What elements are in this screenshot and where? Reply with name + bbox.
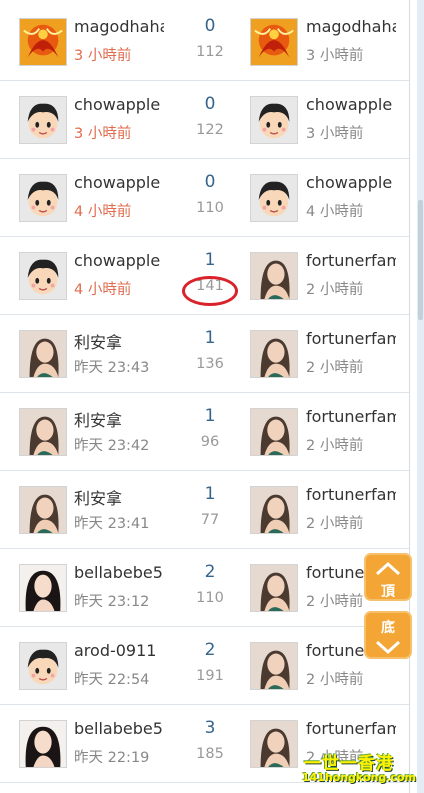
thread-row[interactable]: arod-0911 昨天 22:54 2 191 fortunerfam 2 小時前: [0, 626, 409, 705]
last-post-time: 3 小時前: [306, 48, 364, 64]
last-poster-avatar[interactable]: [250, 252, 298, 300]
scroll-to-bottom-label: 底: [381, 620, 395, 636]
scroll-to-top-button[interactable]: 頂: [364, 553, 412, 601]
watermark-url: 141hongkong.com: [302, 771, 417, 784]
highlight-circle: [182, 276, 238, 306]
thread-row[interactable]: 利安拿昨天 23:43 1 136 fortunerfam 2 小時前: [0, 314, 409, 393]
chevron-down-icon: [375, 640, 401, 655]
author-avatar[interactable]: [19, 720, 67, 768]
last-poster-name[interactable]: fortunerfam: [306, 329, 396, 348]
post-time: 昨天 23:12: [74, 594, 150, 610]
author-name[interactable]: 利安拿: [74, 485, 164, 509]
view-count: 96: [200, 434, 220, 450]
last-post-time: 2 小時前: [306, 282, 364, 298]
author-name[interactable]: chowapple: [74, 173, 164, 192]
author-name[interactable]: bellabebe52: [74, 563, 164, 582]
last-poster-avatar[interactable]: [250, 408, 298, 456]
scrollbar-thumb[interactable]: [418, 200, 423, 320]
post-time: 昨天 22:19: [74, 750, 150, 766]
reply-count: 1: [204, 484, 216, 504]
last-poster-avatar[interactable]: [250, 174, 298, 222]
last-poster-avatar[interactable]: [250, 642, 298, 690]
author-name[interactable]: 利安拿: [74, 407, 164, 431]
author-avatar[interactable]: [19, 330, 67, 378]
last-poster-name[interactable]: magodhaha: [306, 17, 396, 36]
last-poster-name[interactable]: chowapple: [306, 173, 396, 192]
thread-row[interactable]: 利安拿昨天 23:41 1 77 fortunerfam 2 小時前: [0, 470, 409, 549]
view-count: 191: [196, 668, 224, 684]
thread-list: magodhaha 3 小時前 0 112 magodhaha 3 小時前 chowappl…: [0, 0, 410, 793]
reply-count: 0: [204, 172, 216, 192]
scroll-to-top-label: 頂: [381, 584, 395, 600]
thread-row[interactable]: magodhaha 3 小時前 0 112 magodhaha 3 小時前: [0, 2, 409, 81]
last-poster-name[interactable]: fortunerfam: [306, 485, 396, 504]
last-poster-name[interactable]: fortunerfam: [306, 407, 396, 426]
last-post-time: 2 小時前: [306, 594, 364, 610]
author-name[interactable]: bellabebe52: [74, 719, 164, 738]
scrollbar-track[interactable]: [417, 0, 424, 793]
author-avatar[interactable]: [19, 486, 67, 534]
last-post-time: 2 小時前: [306, 672, 364, 688]
last-post-time: 2 小時前: [306, 438, 364, 454]
post-time: 3 小時前: [74, 48, 132, 64]
author-avatar[interactable]: [19, 96, 67, 144]
view-count: 136: [196, 356, 224, 372]
last-poster-avatar[interactable]: [250, 96, 298, 144]
scroll-to-bottom-button[interactable]: 底: [364, 611, 412, 659]
chevron-up-icon: [375, 561, 401, 576]
author-name[interactable]: chowapple: [74, 95, 164, 114]
last-post-time: 2 小時前: [306, 360, 364, 376]
last-poster-avatar[interactable]: [250, 720, 298, 768]
post-time: 昨天 22:54: [74, 672, 150, 688]
reply-count: 2: [204, 640, 216, 660]
reply-count: 0: [204, 94, 216, 114]
author-avatar[interactable]: [19, 564, 67, 612]
post-time: 4 小時前: [74, 204, 132, 220]
reply-count: 3: [204, 718, 216, 738]
view-count: 77: [200, 512, 220, 528]
view-count: 110: [196, 200, 224, 216]
view-count: 112: [196, 44, 224, 60]
last-post-time: 2 小時前: [306, 516, 364, 532]
last-poster-name[interactable]: fortunerfam: [306, 719, 396, 738]
last-post-time: 4 小時前: [306, 204, 364, 220]
post-time: 昨天 23:41: [74, 516, 150, 532]
post-time: 昨天 23:42: [74, 438, 150, 454]
view-count: 122: [196, 122, 224, 138]
thread-row[interactable]: 利安拿昨天 23:42 1 96 fortunerfam 2 小時前: [0, 392, 409, 471]
site-watermark: 一世一香港 141hongkong.com: [300, 749, 420, 789]
last-poster-avatar[interactable]: [250, 564, 298, 612]
author-avatar[interactable]: [19, 642, 67, 690]
thread-row[interactable]: bellabebe52 昨天 23:12 2 110 fortunerfam 2 小時前: [0, 548, 409, 627]
author-avatar[interactable]: [19, 18, 67, 66]
view-count: 110: [196, 590, 224, 606]
author-avatar[interactable]: [19, 174, 67, 222]
reply-count: 1: [204, 328, 216, 348]
reply-count: 0: [204, 16, 216, 36]
author-avatar[interactable]: [19, 252, 67, 300]
last-poster-avatar[interactable]: [250, 18, 298, 66]
post-time: 3 小時前: [74, 126, 132, 142]
last-poster-avatar[interactable]: [250, 330, 298, 378]
author-name[interactable]: arod-0911: [74, 641, 164, 660]
thread-row[interactable]: chowapple 4 小時前 0 110 chowapple 4 小時前: [0, 158, 409, 237]
reply-count: 1: [204, 250, 216, 270]
last-poster-name[interactable]: fortunerfam: [306, 251, 396, 270]
reply-count: 2: [204, 562, 216, 582]
view-count: 185: [196, 746, 224, 762]
author-name[interactable]: 利安拿: [74, 329, 164, 353]
last-poster-name[interactable]: chowapple: [306, 95, 396, 114]
post-time: 4 小時前: [74, 282, 132, 298]
last-poster-avatar[interactable]: [250, 486, 298, 534]
thread-row[interactable]: chowapple 3 小時前 0 122 chowapple 3 小時前: [0, 80, 409, 159]
last-post-time: 3 小時前: [306, 126, 364, 142]
author-name[interactable]: magodhaha: [74, 17, 164, 36]
post-time: 昨天 23:43: [74, 360, 150, 376]
author-avatar[interactable]: [19, 408, 67, 456]
reply-count: 1: [204, 406, 216, 426]
author-name[interactable]: chowapple: [74, 251, 164, 270]
